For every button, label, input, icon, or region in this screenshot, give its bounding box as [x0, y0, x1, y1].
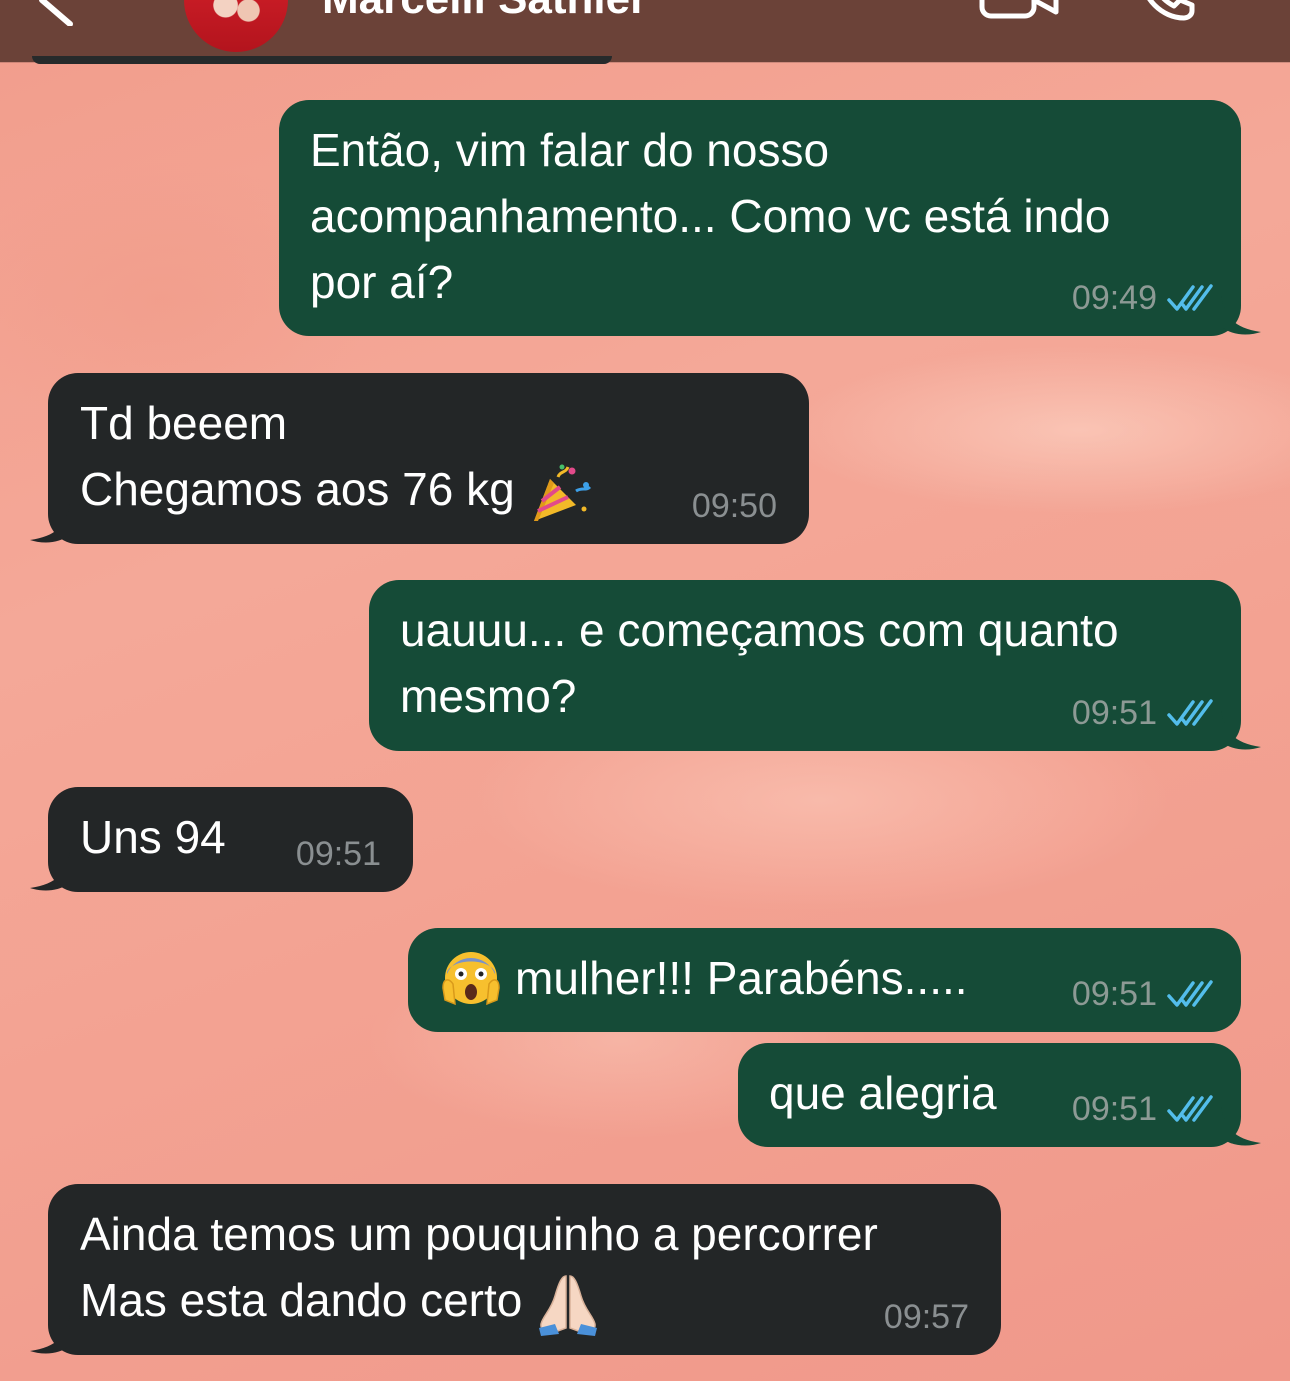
double-check-read-icon — [1167, 283, 1213, 313]
message-meta: 09:51 — [1072, 1089, 1213, 1129]
message-time: 09:51 — [1071, 694, 1157, 732]
message-time: 09:51 — [1071, 975, 1157, 1013]
message-time: 09:57 — [883, 1298, 969, 1336]
previous-message-bubble-edge — [32, 56, 612, 64]
face-screaming-in-fear-icon — [442, 951, 500, 1005]
message-text-content: mulher!!! Parabéns..... — [515, 952, 968, 1004]
message-time: 09:50 — [691, 487, 777, 525]
bubble-tail — [1221, 1107, 1261, 1146]
double-check-read-icon — [1167, 979, 1213, 1009]
contact-avatar[interactable] — [184, 0, 288, 52]
message-text: Td beeem Chegamos aos 76 kg — [80, 390, 779, 525]
chat-header: Marcelli Sathler — [0, 0, 1290, 62]
folded-hands-icon — [539, 1275, 598, 1336]
double-check-read-icon — [1167, 1094, 1213, 1124]
outgoing-message[interactable]: que alegria 09:51 — [738, 1043, 1261, 1147]
double-check-read-icon — [1167, 698, 1213, 728]
message-meta: 09:49 — [1072, 278, 1213, 318]
voice-call-icon[interactable] — [1136, 0, 1196, 24]
bubble-tail — [30, 1315, 70, 1354]
party-popper-icon — [533, 464, 591, 521]
message-time: 09:49 — [1071, 279, 1157, 317]
back-arrow-icon[interactable] — [30, 0, 80, 26]
message-meta: 09:57 — [884, 1297, 969, 1337]
message-line: Chegamos aos 76 kg — [80, 463, 515, 515]
bubble-tail — [30, 852, 70, 891]
contact-name[interactable]: Marcelli Sathler — [322, 0, 647, 24]
bubble-tail — [30, 504, 70, 543]
outgoing-message[interactable]: Então, vim falar do nosso acompanhamento… — [279, 100, 1261, 336]
bubble-tail — [1221, 296, 1261, 335]
message-meta: 09:51 — [1072, 693, 1213, 733]
message-line: Td beeem — [80, 397, 288, 449]
message-meta: 09:51 — [296, 834, 381, 874]
video-call-icon[interactable] — [978, 0, 1062, 20]
message-time: 09:51 — [1071, 1090, 1157, 1128]
outgoing-message[interactable]: uauuu... e começamos com quanto mesmo? 0… — [369, 580, 1261, 751]
message-meta: 09:50 — [692, 486, 777, 526]
message-time: 09:51 — [295, 835, 381, 873]
message-text: Ainda temos um pouquinho a percorrer Mas … — [80, 1201, 971, 1336]
message-line: Ainda temos um pouquinho a percorrer — [80, 1208, 878, 1260]
incoming-message[interactable]: Uns 94 09:51 — [30, 787, 413, 892]
incoming-message[interactable]: Td beeem Chegamos aos 76 kg 09:50 — [30, 373, 809, 544]
message-meta: 09:51 — [1072, 974, 1213, 1014]
message-line: Mas esta dando certo — [80, 1274, 523, 1326]
outgoing-message[interactable]: mulher!!! Parabéns..... 09:51 — [408, 928, 1241, 1032]
bubble-tail — [1221, 711, 1261, 750]
incoming-message[interactable]: Ainda temos um pouquinho a percorrer Mas … — [30, 1184, 1001, 1355]
